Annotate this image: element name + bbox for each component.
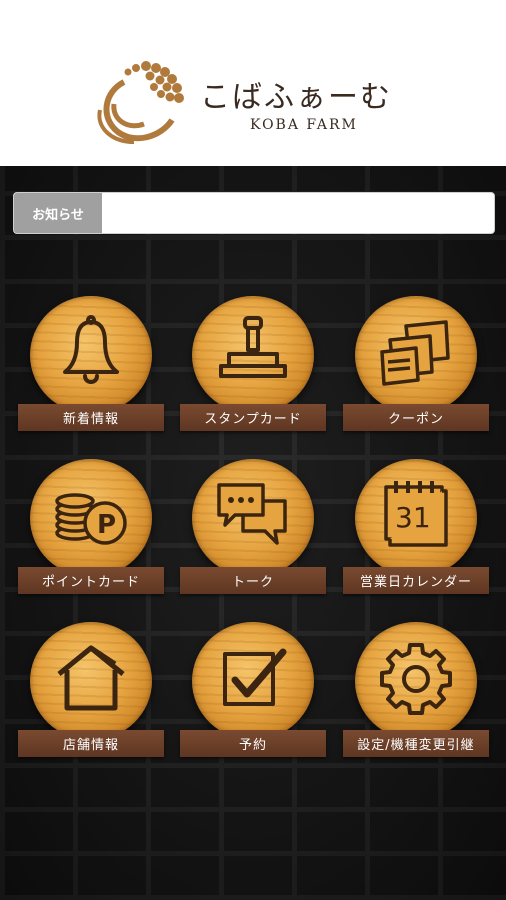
- menu-point-card-label: ポイントカード: [18, 567, 164, 594]
- menu-store-info-label: 店舗情報: [18, 730, 164, 757]
- house-icon: [57, 645, 125, 711]
- notice-bar[interactable]: お知らせ: [13, 192, 495, 234]
- coupon-icon: [380, 320, 450, 386]
- brand-name-jp: こばふぁーむ: [200, 80, 392, 115]
- notice-text: [110, 193, 486, 233]
- bell-icon: [63, 315, 119, 384]
- rice-logo-icon: [97, 61, 184, 144]
- menu-business-calendar-label: 営業日カレンダー: [343, 567, 489, 594]
- point-coins-icon: P: [55, 493, 127, 545]
- chat-bubbles-icon: [217, 483, 287, 545]
- app-header: こばふぁーむ KOBA FARM: [0, 0, 506, 166]
- menu-point-card[interactable]: P ポイントカード: [18, 459, 164, 599]
- menu-coupon-label: クーポン: [343, 404, 489, 431]
- gear-icon: [380, 643, 452, 715]
- svg-text:P: P: [97, 510, 116, 540]
- menu-news-label: 新着情報: [18, 404, 164, 431]
- menu-store-info[interactable]: 店舗情報: [18, 622, 164, 762]
- menu-reservation-label: 予約: [180, 730, 326, 757]
- menu-coupon[interactable]: クーポン: [343, 296, 489, 436]
- calendar-icon: 31: [384, 481, 448, 547]
- menu-settings[interactable]: 設定/機種変更引継: [343, 622, 489, 762]
- menu-stamp-card[interactable]: スタンプカード: [180, 296, 326, 436]
- menu-reservation[interactable]: 予約: [180, 622, 326, 762]
- notice-label: お知らせ: [14, 193, 102, 233]
- menu-settings-label: 設定/機種変更引継: [343, 730, 489, 757]
- brand-name-en: KOBA FARM: [250, 117, 358, 133]
- menu-talk-label: トーク: [180, 567, 326, 594]
- menu-business-calendar[interactable]: 31 営業日カレンダー: [343, 459, 489, 599]
- checkbox-icon: [223, 648, 287, 706]
- menu-talk[interactable]: トーク: [180, 459, 326, 599]
- menu-stamp-card-label: スタンプカード: [180, 404, 326, 431]
- menu-news[interactable]: 新着情報: [18, 296, 164, 436]
- stamp-icon: [219, 316, 287, 378]
- calendar-day-number: 31: [395, 501, 431, 534]
